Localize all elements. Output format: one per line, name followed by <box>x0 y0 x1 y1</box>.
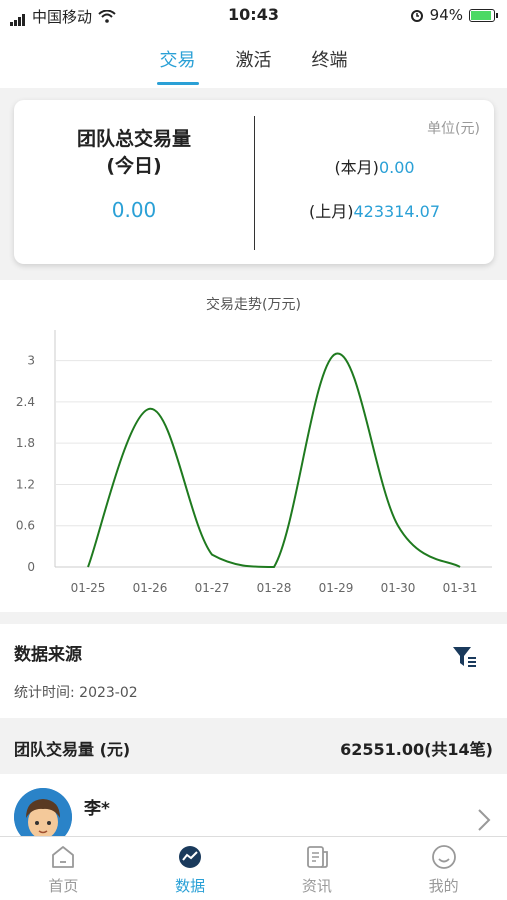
tab-trade[interactable]: 交易 <box>156 32 199 88</box>
team-volume-label: 团队交易量 (元) <box>14 740 131 759</box>
unit-label: 单位(元) <box>427 121 480 137</box>
data-source-section: 数据来源 统计时间: 2023-02 <box>0 624 507 718</box>
x-tick-label: 01-30 <box>381 581 416 595</box>
chart-icon <box>179 846 202 868</box>
stat-time: 统计时间: 2023-02 <box>14 685 138 701</box>
nav-data-label: 数据 <box>175 877 206 895</box>
nav-news-label: 资讯 <box>301 877 332 895</box>
today-summary: 团队总交易量 (今日) 0.00 <box>14 100 254 264</box>
trend-chart-section: 交易走势(万元) 0 0.6 1.2 1.8 2.4 3 01-25 01-26 01-27 01… <box>0 280 507 612</box>
summary-card: 团队总交易量 (今日) 0.00 单位(元) (本月)0.00 (上月)4233… <box>14 100 494 264</box>
x-tick-label: 01-25 <box>71 581 106 595</box>
monthly-summary: 单位(元) (本月)0.00 (上月)423314.07 <box>255 100 494 264</box>
this-month-row: (本月)0.00 <box>255 154 494 178</box>
x-tick-label: 01-31 <box>443 581 478 595</box>
trend-chart: 0 0.6 1.2 1.8 2.4 3 01-25 01-26 01-27 01-28 01-29 0… <box>16 330 492 595</box>
team-volume-row: 团队交易量 (元) 62551.00(共14笔) <box>0 718 507 774</box>
top-tab-bar: 交易 激活 终端 <box>0 32 507 88</box>
y-tick-label: 0.6 <box>16 519 35 533</box>
x-tick-label: 01-26 <box>133 581 168 595</box>
last-month-value: 423314.07 <box>353 202 441 221</box>
battery-icon <box>469 8 498 22</box>
filter-icon[interactable] <box>451 644 477 670</box>
this-month-label: (本月) <box>334 158 379 177</box>
nav-home[interactable]: 首页 <box>0 837 127 900</box>
y-tick-label: 0 <box>27 560 35 574</box>
x-tick-label: 01-27 <box>195 581 230 595</box>
y-tick-label: 2.4 <box>16 395 35 409</box>
x-tick-label: 01-29 <box>319 581 354 595</box>
summary-title-line2: (今日) <box>106 155 162 177</box>
chevron-right-icon <box>478 809 491 831</box>
y-tick-label: 1.8 <box>16 436 35 450</box>
nav-profile-label: 我的 <box>428 877 459 895</box>
data-source-title: 数据来源 <box>14 645 82 665</box>
status-bar: 中国移动 10:43 94% <box>0 0 507 32</box>
nav-news[interactable]: 资讯 <box>254 837 381 900</box>
profile-icon <box>431 845 456 869</box>
team-volume-value: 62551.00(共14笔) <box>340 740 493 759</box>
alarm-icon <box>410 10 423 22</box>
bottom-nav: 首页 数据 资讯 我的 <box>0 836 507 900</box>
news-icon <box>306 846 328 868</box>
tab-activation[interactable]: 激活 <box>236 32 272 88</box>
nav-data[interactable]: 数据 <box>127 837 254 900</box>
today-value: 0.00 <box>111 198 157 222</box>
y-tick-label: 1.2 <box>16 477 35 491</box>
nav-home-label: 首页 <box>48 877 79 895</box>
battery-percent: 94% <box>429 6 463 24</box>
member-name: 李* <box>84 799 110 819</box>
this-month-value: 0.00 <box>378 158 415 177</box>
x-tick-label: 01-28 <box>257 581 292 595</box>
home-icon <box>52 846 75 868</box>
last-month-row: (上月)423314.07 <box>255 198 494 222</box>
last-month-label: (上月) <box>308 202 354 221</box>
y-tick-label: 3 <box>27 354 35 368</box>
tab-terminal[interactable]: 终端 <box>312 32 348 88</box>
list-item[interactable]: 李* <box>0 774 507 846</box>
summary-title-line1: 团队总交易量 <box>76 128 191 150</box>
summary-title: 团队总交易量 (今日) <box>14 126 254 180</box>
series-line <box>87 352 461 569</box>
nav-profile[interactable]: 我的 <box>380 837 507 900</box>
